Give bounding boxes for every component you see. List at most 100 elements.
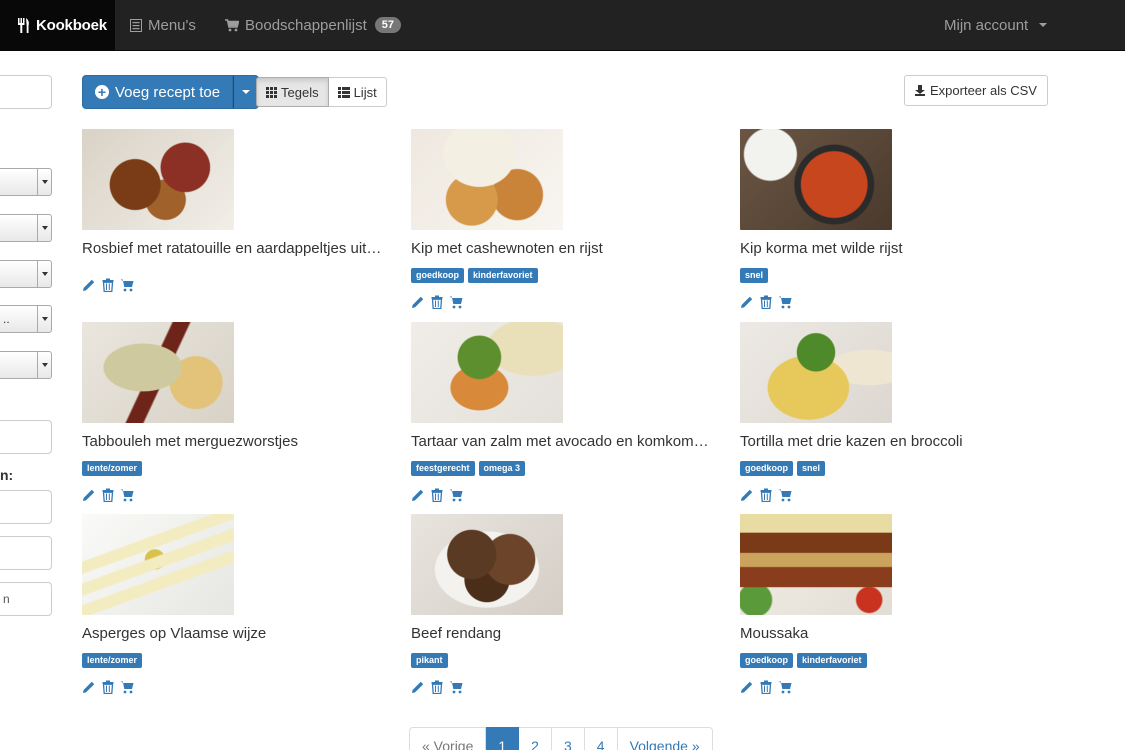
add-to-cart-icon[interactable] [120, 680, 134, 694]
recipe-tag[interactable]: lente/zomer [82, 653, 143, 668]
recipe-thumbnail[interactable] [82, 129, 234, 230]
filter-search-input[interactable] [0, 75, 52, 109]
recipe-tag[interactable]: goedkoop [411, 268, 464, 283]
recipe-thumbnail[interactable] [740, 514, 892, 615]
recipe-title[interactable]: Asperges op Vlaamse wijze [82, 625, 382, 642]
filter-input-2[interactable] [0, 490, 52, 524]
delete-trash-icon[interactable] [101, 680, 115, 694]
recipe-card: Asperges op Vlaamse wijze lente/zomer [82, 514, 382, 699]
recipe-card: Tabbouleh met merguezworstjes lente/zomer [82, 322, 382, 507]
delete-trash-icon[interactable] [101, 488, 115, 502]
add-recipe-button[interactable]: + Voeg recept toe [82, 75, 234, 109]
nav-shopping-list[interactable]: Boodschappenlijst 57 [225, 0, 402, 50]
recipe-tag[interactable]: snel [797, 461, 826, 476]
add-to-cart-icon[interactable] [778, 488, 792, 502]
filter-select-5[interactable] [0, 351, 52, 379]
recipe-actions [82, 278, 134, 292]
filter-select-3[interactable] [0, 260, 52, 288]
delete-trash-icon[interactable] [759, 295, 773, 309]
recipe-tag[interactable]: lente/zomer [82, 461, 143, 476]
recipe-title[interactable]: Tortilla met drie kazen en broccoli [740, 433, 1040, 450]
view-list-button[interactable]: Lijst [328, 77, 387, 107]
export-csv-button[interactable]: Exporteer als CSV [904, 75, 1048, 106]
recipe-thumbnail[interactable] [82, 322, 234, 423]
recipe-tag[interactable]: snel [740, 268, 769, 283]
recipe-tag[interactable]: kinderfavoriet [797, 653, 867, 668]
recipe-thumbnail[interactable] [740, 322, 892, 423]
recipe-tag[interactable]: goedkoop [740, 461, 793, 476]
add-recipe-label: Voeg recept toe [115, 83, 221, 101]
recipe-tag[interactable]: omega 3 [478, 461, 526, 476]
add-to-cart-icon[interactable] [120, 488, 134, 502]
pagination: « Vorige 1 2 3 4 Volgende » [409, 727, 713, 750]
add-to-cart-icon[interactable] [778, 295, 792, 309]
recipe-card: Tartaar van zalm met avocado en komkomme… [411, 322, 711, 507]
recipe-tag[interactable]: goedkoop [740, 653, 793, 668]
recipe-thumbnail[interactable] [411, 322, 563, 423]
filter-label: n: [0, 467, 14, 483]
pagination-page-4[interactable]: 4 [584, 727, 618, 750]
recipe-actions [411, 680, 463, 694]
delete-trash-icon[interactable] [759, 488, 773, 502]
add-to-cart-icon[interactable] [120, 278, 134, 292]
pagination-page-3[interactable]: 3 [551, 727, 585, 750]
filter-input-1[interactable] [0, 420, 52, 454]
nav-menus[interactable]: Menu's [130, 0, 196, 50]
recipe-tag[interactable]: feestgerecht [411, 461, 475, 476]
recipe-tags: pikant [411, 653, 448, 668]
delete-trash-icon[interactable] [430, 680, 444, 694]
filter-select-1[interactable] [0, 168, 52, 196]
edit-pencil-icon[interactable] [82, 488, 96, 502]
nav-menus-label: Menu's [148, 16, 196, 34]
nav-account-dropdown[interactable]: Mijn account [944, 0, 1048, 50]
recipe-tags: snel [740, 268, 769, 283]
delete-trash-icon[interactable] [430, 488, 444, 502]
edit-pencil-icon[interactable] [740, 680, 754, 694]
recipe-actions [411, 488, 463, 502]
add-to-cart-icon[interactable] [449, 680, 463, 694]
recipe-tag[interactable]: pikant [411, 653, 448, 668]
pagination-page-2[interactable]: 2 [519, 727, 552, 750]
recipe-title[interactable]: Moussaka [740, 625, 1040, 642]
recipe-title[interactable]: Beef rendang [411, 625, 711, 642]
edit-pencil-icon[interactable] [411, 680, 425, 694]
pagination-page-1[interactable]: 1 [486, 727, 520, 750]
filter-input-3[interactable] [0, 536, 52, 570]
filter-input-4[interactable]: n [0, 582, 52, 616]
edit-pencil-icon[interactable] [740, 488, 754, 502]
recipe-tags: goedkoop kinderfavoriet [740, 653, 867, 668]
delete-trash-icon[interactable] [759, 680, 773, 694]
view-tiles-button[interactable]: Tegels [256, 77, 329, 107]
edit-pencil-icon[interactable] [740, 295, 754, 309]
shopping-count-badge: 57 [374, 17, 402, 33]
recipe-thumbnail[interactable] [82, 514, 234, 615]
edit-pencil-icon[interactable] [411, 488, 425, 502]
brand-label: Kookboek [36, 16, 107, 34]
recipe-title[interactable]: Tartaar van zalm met avocado en komkomme… [411, 433, 711, 450]
recipe-title[interactable]: Rosbief met ratatouille en aardappeltjes… [82, 240, 382, 257]
add-to-cart-icon[interactable] [449, 488, 463, 502]
select-arrow-icon [37, 215, 51, 241]
add-to-cart-icon[interactable] [778, 680, 792, 694]
recipe-title[interactable]: Kip korma met wilde rijst [740, 240, 1040, 257]
recipe-actions [82, 488, 134, 502]
delete-trash-icon[interactable] [101, 278, 115, 292]
recipe-thumbnail[interactable] [740, 129, 892, 230]
filter-select-4[interactable]: .. [0, 305, 52, 333]
recipe-thumbnail[interactable] [411, 514, 563, 615]
pagination-prev[interactable]: « Vorige [409, 727, 487, 750]
pagination-next[interactable]: Volgende » [617, 727, 713, 750]
recipe-tag[interactable]: kinderfavoriet [468, 268, 538, 283]
recipe-thumbnail[interactable] [411, 129, 563, 230]
edit-pencil-icon[interactable] [82, 278, 96, 292]
brand-link[interactable]: Kookboek [0, 0, 115, 50]
recipe-card: Beef rendang pikant [411, 514, 711, 699]
edit-pencil-icon[interactable] [411, 295, 425, 309]
recipe-actions [740, 680, 792, 694]
add-to-cart-icon[interactable] [449, 295, 463, 309]
recipe-title[interactable]: Kip met cashewnoten en rijst [411, 240, 711, 257]
recipe-title[interactable]: Tabbouleh met merguezworstjes [82, 433, 382, 450]
delete-trash-icon[interactable] [430, 295, 444, 309]
filter-select-2[interactable] [0, 214, 52, 242]
edit-pencil-icon[interactable] [82, 680, 96, 694]
